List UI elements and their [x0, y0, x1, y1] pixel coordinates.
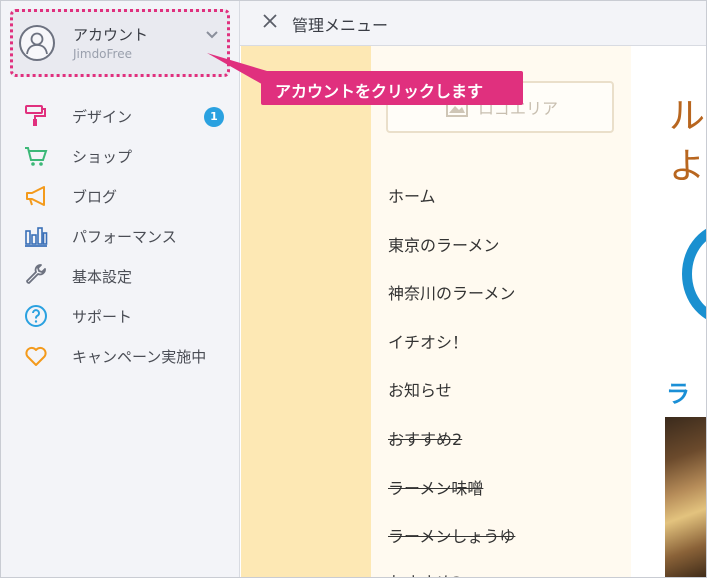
question-icon	[25, 305, 47, 327]
site-nav-item[interactable]: ホーム	[388, 183, 436, 207]
megaphone-icon	[26, 186, 45, 206]
sidebar-item-label: パフォーマンス	[72, 228, 177, 246]
sidebar-item-label: 基本設定	[72, 268, 133, 286]
account-plan: JimdoFree	[73, 47, 132, 61]
sidebar: アカウント JimdoFree デザイン 1 ショップ ブログ パフォーマンス …	[1, 1, 240, 577]
sidebar-item-settings[interactable]: 基本設定	[1, 255, 239, 295]
sidebar-item-support[interactable]: サポート	[1, 295, 239, 335]
admin-menu-header: 管理メニュー	[240, 1, 706, 46]
avatar-icon	[19, 25, 55, 61]
sidebar-item-design[interactable]: デザイン 1	[1, 95, 239, 135]
sidebar-item-performance[interactable]: パフォーマンス	[1, 215, 239, 255]
admin-menu-title: 管理メニュー	[292, 16, 389, 35]
site-nav-item[interactable]: おすすめ2	[388, 426, 462, 450]
instruction-callout: アカウントをクリックします	[261, 71, 523, 105]
close-icon[interactable]	[262, 13, 278, 29]
site-nav-item[interactable]: 神奈川のラーメン	[388, 280, 515, 304]
sidebar-item-label: ブログ	[72, 188, 118, 206]
account-name: アカウント	[73, 26, 149, 44]
hero-heading-line1: ル	[669, 96, 706, 137]
chevron-down-icon	[206, 31, 218, 39]
sidebar-menu: デザイン 1 ショップ ブログ パフォーマンス 基本設定 サポート キャンペーン…	[1, 95, 239, 375]
site-nav-item[interactable]: 東京のラーメン	[388, 232, 499, 256]
site-nav-item[interactable]: お知らせ	[388, 377, 452, 401]
site-nav-item[interactable]: ラーメンしょうゆ	[388, 523, 515, 547]
hero-heading-line2: よ	[669, 146, 706, 187]
cart-icon	[25, 147, 48, 166]
sidebar-item-label: ショップ	[72, 148, 133, 166]
callout-pointer	[207, 53, 267, 87]
callout-text: アカウントをクリックします	[275, 82, 484, 101]
sidebar-item-blog[interactable]: ブログ	[1, 175, 239, 215]
ramen-photo	[665, 417, 706, 577]
wrench-icon	[26, 264, 46, 284]
site-side-panel	[241, 46, 371, 577]
sidebar-item-campaign[interactable]: キャンペーン実施中	[1, 335, 239, 375]
account-button[interactable]: アカウント JimdoFree	[10, 9, 230, 77]
heart-icon	[25, 346, 47, 366]
site-nav-item[interactable]: おすすめ3	[388, 569, 462, 577]
sidebar-item-label: サポート	[72, 308, 133, 326]
sidebar-item-label: キャンペーン実施中	[72, 348, 207, 366]
sidebar-item-shop[interactable]: ショップ	[1, 135, 239, 175]
app-frame: アカウント JimdoFree デザイン 1 ショップ ブログ パフォーマンス …	[0, 0, 707, 578]
bar-chart-icon	[25, 227, 48, 247]
site-nav-item[interactable]: イチオシ！	[388, 329, 468, 353]
sidebar-item-label: デザイン	[72, 108, 133, 126]
notification-badge: 1	[204, 107, 224, 127]
site-nav-item[interactable]: ラーメン味噌	[388, 475, 483, 499]
paint-roller-icon	[25, 105, 46, 126]
